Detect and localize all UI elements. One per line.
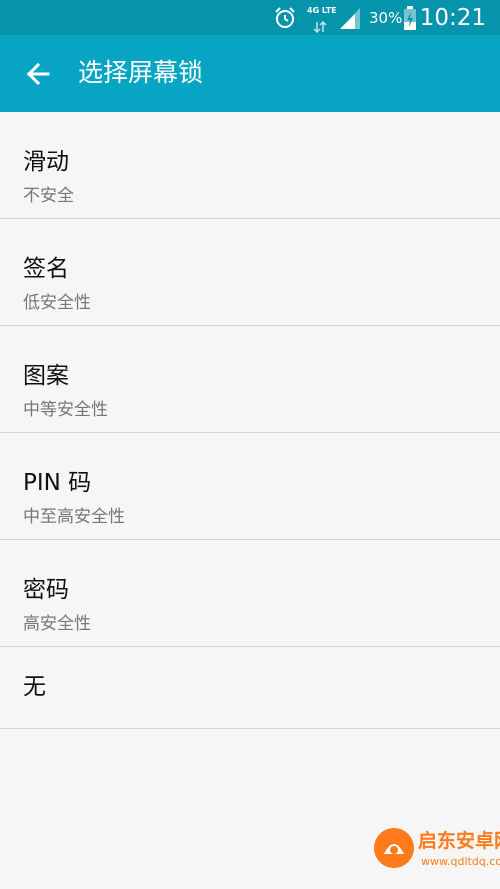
option-subtitle: 高安全性 [23,614,91,634]
watermark-url: www.qdltdq.com [421,855,500,868]
option-title: 无 [23,674,46,700]
option-title: 密码 [23,577,69,603]
option-title: PIN 码 [23,470,92,496]
option-subtitle: 中至高安全性 [23,507,125,527]
option-pattern[interactable]: 图案 中等安全性 [0,326,500,433]
network-arrows-icon [313,18,327,34]
option-subtitle: 低安全性 [23,293,91,313]
network-type-label: 4G LTE [307,6,337,15]
back-button[interactable] [20,55,58,93]
option-subtitle: 中等安全性 [23,400,108,420]
watermark-icon [374,828,414,868]
option-subtitle: 不安全 [23,186,74,206]
status-bar: 4G LTE 30% 10:21 [0,0,500,35]
clock: 10:21 [419,5,486,31]
page-title: 选择屏幕锁 [78,58,204,87]
option-none[interactable]: 无 [0,647,500,729]
option-password[interactable]: 密码 高安全性 [0,540,500,647]
battery-charging-icon [403,6,417,30]
watermark-text: 启东安卓网 [418,830,500,852]
option-title: 图案 [23,363,69,389]
option-pin[interactable]: PIN 码 中至高安全性 [0,433,500,540]
option-title: 滑动 [23,149,69,175]
watermark-logo: 启东安卓网 www.qdltdq.com [372,822,500,884]
arrow-back-icon [26,62,50,86]
screen-lock-options: 滑动 不安全 签名 低安全性 图案 中等安全性 PIN 码 中至高安全性 密码 … [0,112,500,729]
app-bar: 选择屏幕锁 [0,35,500,112]
option-swipe[interactable]: 滑动 不安全 [0,112,500,219]
signal-icon [338,6,362,30]
battery-percent: 30% [369,9,403,27]
alarm-icon [273,6,297,30]
option-signature[interactable]: 签名 低安全性 [0,219,500,326]
option-title: 签名 [23,256,69,282]
